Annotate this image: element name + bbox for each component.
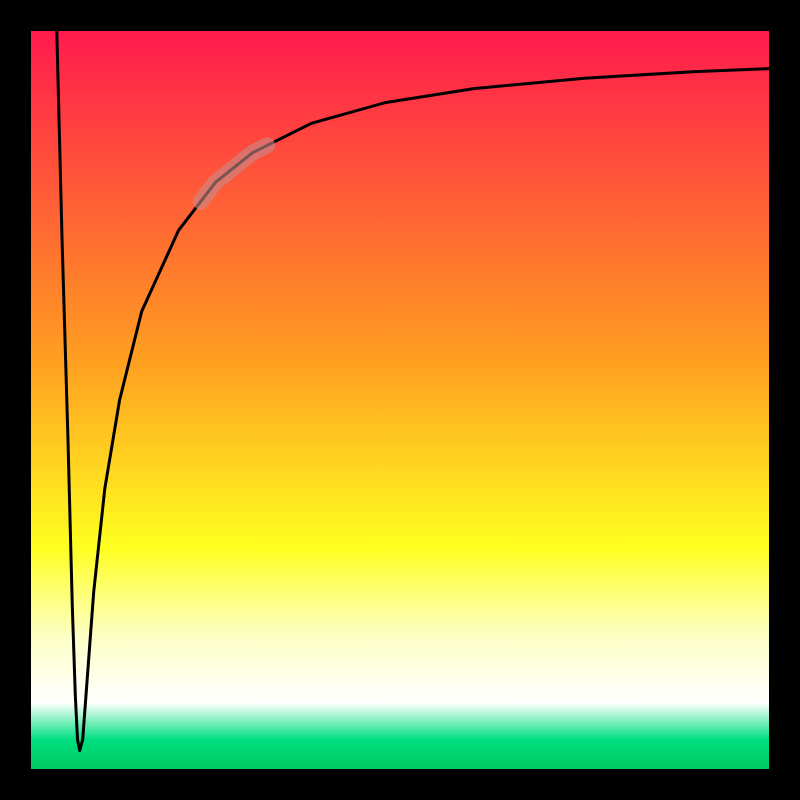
chart-container: TheBottleneck.com [0,0,800,800]
chart-svg [0,0,800,800]
plot-background [31,31,769,769]
